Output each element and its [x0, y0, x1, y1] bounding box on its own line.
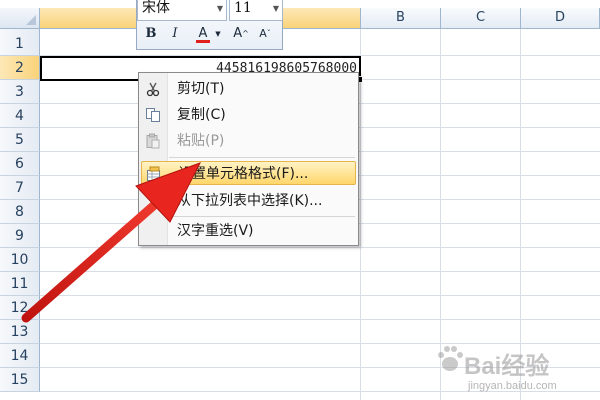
row-header[interactable]: 12 [0, 296, 40, 320]
row-header-gap [0, 29, 40, 32]
gridline [40, 271, 600, 272]
menu-item-hanzi-reconvert[interactable]: 汉字重选(V) [141, 219, 356, 243]
font-color-button[interactable]: A [193, 24, 213, 44]
caret-down-icon: ˇ [266, 29, 271, 38]
font-size-field[interactable]: 11 ▼ [229, 0, 283, 21]
menu-separator [169, 157, 355, 158]
font-size-value: 11 [234, 0, 252, 16]
format-cells-icon [147, 166, 160, 181]
paw-logo-icon [438, 346, 463, 371]
shrink-font-button[interactable]: Aˇ [255, 24, 275, 44]
menu-item-pick-from-list[interactable]: 从下拉列表中选择(K)... [141, 189, 356, 213]
menu-item-label: 汉字重选(V) [177, 223, 254, 239]
copy-icon [146, 108, 160, 122]
menu-item-label: 从下拉列表中选择(K)... [177, 193, 323, 209]
row-header[interactable]: 13 [0, 320, 40, 344]
gridline [40, 295, 600, 296]
row-header[interactable]: 1 [0, 32, 40, 56]
font-name-field[interactable]: 宋体 ▼ [137, 0, 227, 21]
font-name-value: 宋体 [142, 0, 170, 16]
menu-item-label: 粘贴(P) [177, 133, 225, 149]
column-header-d[interactable]: D [521, 8, 600, 29]
shrink-font-label: A [259, 27, 267, 40]
row-header[interactable]: 2 [0, 56, 40, 80]
chevron-down-icon[interactable]: ▼ [213, 24, 223, 44]
menu-item-label: 设置单元格格式(F)... [178, 166, 309, 182]
row-header[interactable]: 9 [0, 224, 40, 248]
chevron-down-icon[interactable]: ▼ [214, 0, 226, 20]
menu-item-label: 剪切(T) [177, 81, 225, 97]
row-header[interactable]: 3 [0, 80, 40, 104]
row-header[interactable]: 15 [0, 368, 40, 392]
row-header[interactable]: 5 [0, 128, 40, 152]
font-color-label: A [198, 26, 208, 41]
column-header-b[interactable]: B [361, 8, 441, 29]
row-header[interactable]: 6 [0, 152, 40, 176]
row-header[interactable]: 8 [0, 200, 40, 224]
gridline [40, 319, 600, 320]
gridline [40, 247, 600, 248]
menu-item-copy[interactable]: 复制(C) [141, 103, 356, 127]
grow-font-button[interactable]: A^ [231, 24, 251, 44]
row-header[interactable]: 10 [0, 248, 40, 272]
watermark-url: jingyan.baidu.com [468, 380, 557, 392]
watermark: Bai经验 jingyan.baidu.com [436, 340, 596, 400]
select-all-button[interactable] [0, 8, 40, 29]
grow-font-label: A [233, 26, 243, 41]
caret-up-icon: ^ [242, 29, 249, 38]
font-color-swatch [196, 40, 210, 43]
row-header[interactable]: 7 [0, 176, 40, 200]
mini-toolbar: 宋体 ▼ 11 ▼ B I A ▼ A^ Aˇ [136, 0, 283, 50]
row-header[interactable]: 4 [0, 104, 40, 128]
chevron-down-icon[interactable]: ▼ [270, 0, 282, 20]
row-header[interactable]: 14 [0, 344, 40, 368]
context-menu: 剪切(T) 复制(C) 粘贴(P) 设置单元格格式(F)... 从下拉列表中选择… [138, 72, 359, 246]
italic-button[interactable]: I [165, 24, 185, 44]
row-header[interactable]: 11 [0, 272, 40, 296]
gridline [360, 29, 361, 400]
scissors-icon [146, 82, 160, 97]
watermark-brand: Bai经验 [464, 353, 550, 380]
paste-icon [146, 133, 160, 149]
column-header-c[interactable]: C [441, 8, 521, 29]
menu-separator [169, 216, 355, 217]
menu-item-label: 复制(C) [177, 107, 226, 123]
menu-item-format-cells[interactable]: 设置单元格格式(F)... [141, 161, 356, 185]
select-all-triangle-icon [26, 15, 36, 25]
bold-button[interactable]: B [141, 24, 161, 44]
menu-item-cut[interactable]: 剪切(T) [141, 77, 356, 101]
menu-item-paste[interactable]: 粘贴(P) [141, 129, 356, 153]
